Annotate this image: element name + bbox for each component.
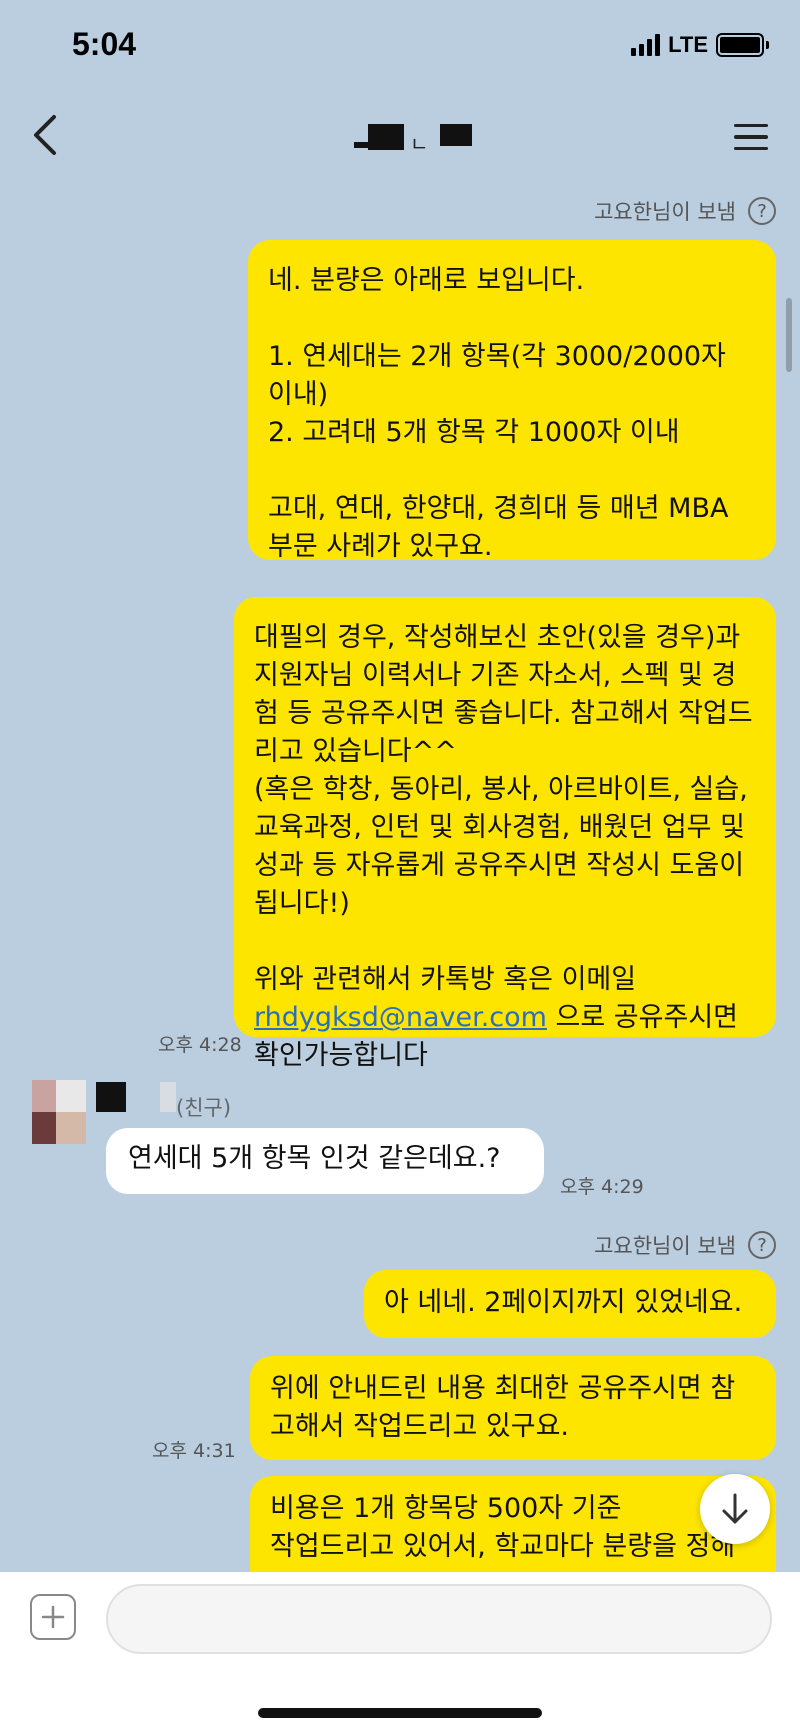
arrow-down-icon (722, 1493, 748, 1524)
message-timestamp: 오후 4:29 (560, 1176, 644, 1198)
scroll-down-button[interactable] (700, 1474, 770, 1544)
friend-message-bubble[interactable]: 연세대 5개 항목 인것 같은데요.? (106, 1128, 544, 1194)
chat-title-separator: ㄴ (410, 132, 429, 156)
status-bar: 5:04 LTE (0, 0, 800, 90)
message-timestamp: 오후 4:31 (152, 1440, 236, 1462)
message-input[interactable] (106, 1584, 772, 1654)
my-message-bubble[interactable]: 위에 안내드린 내용 최대한 공유주시면 참고해서 작업드리고 있구요. (250, 1356, 776, 1460)
question-circle-icon[interactable]: ? (748, 197, 776, 225)
message-timestamp: 오후 4:28 (158, 1034, 242, 1056)
scrollbar[interactable] (786, 298, 792, 372)
chat-header: ㄴ (0, 90, 800, 180)
my-message-bubble[interactable]: 아 네네. 2페이지까지 있었네요. (364, 1270, 776, 1338)
chevron-left-icon (34, 115, 56, 155)
friend-tag: (친구) (176, 1096, 232, 1120)
question-circle-icon[interactable]: ? (748, 1231, 776, 1259)
input-bar (0, 1572, 800, 1732)
message-text: 대필의 경우, 작성해보신 초안(있을 경우)과 지원자님 이력서나 기존 자소… (254, 622, 753, 995)
sender-label: 고요한님이 보냄 (594, 200, 736, 224)
back-button[interactable] (20, 110, 70, 160)
sender-line: 고요한님이 보냄 ? (594, 196, 776, 226)
network-label: LTE (668, 32, 708, 57)
status-time: 5:04 (72, 26, 137, 62)
plus-square-icon (41, 1605, 65, 1629)
redacted-name-block (96, 1082, 126, 1112)
sender-label: 고요한님이 보냄 (594, 1234, 736, 1258)
email-link[interactable]: rhdygksd@naver.com (254, 1002, 547, 1033)
signal-icon (631, 34, 661, 56)
battery-icon (716, 33, 769, 57)
avatar[interactable] (22, 1080, 90, 1152)
hamburger-menu-icon (734, 123, 768, 128)
status-icons: LTE (631, 32, 769, 58)
my-message-bubble[interactable]: 대필의 경우, 작성해보신 초안(있을 경우)과 지원자님 이력서나 기존 자소… (234, 597, 776, 1071)
menu-button[interactable] (726, 112, 776, 162)
redacted-name-block (160, 1082, 176, 1112)
chat-title-redacted: ㄴ (340, 120, 480, 160)
home-indicator (258, 1708, 542, 1718)
my-message-bubble[interactable]: 네. 분량은 아래로 보입니다. 1. 연세대는 2개 항목(각 3000/20… (248, 240, 776, 562)
sender-line: 고요한님이 보냄 ? (594, 1230, 776, 1260)
add-attachment-button[interactable] (30, 1594, 76, 1640)
